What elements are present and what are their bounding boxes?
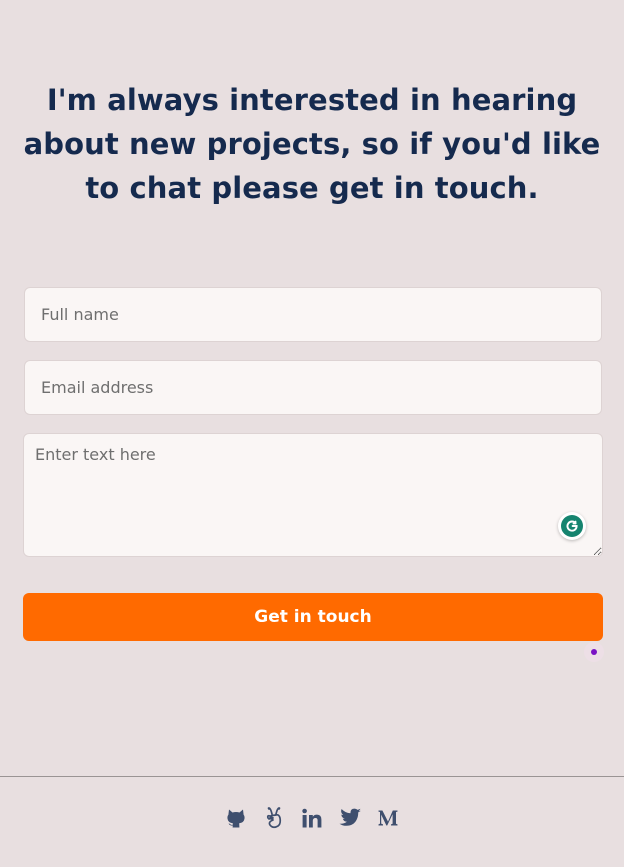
angellist-icon[interactable] — [262, 804, 286, 832]
footer-divider — [0, 776, 624, 777]
social-links — [224, 800, 400, 836]
message-textarea[interactable] — [23, 433, 603, 557]
contact-headline: I'm always interested in hearing about n… — [23, 83, 601, 205]
indicator-dot — [591, 649, 597, 655]
email-input[interactable] — [24, 360, 602, 415]
github-icon[interactable] — [224, 804, 248, 832]
medium-icon[interactable] — [376, 804, 400, 832]
full-name-input[interactable] — [24, 287, 602, 342]
linkedin-icon[interactable] — [300, 804, 324, 832]
floating-indicator-icon[interactable] — [584, 642, 604, 662]
grammarly-icon[interactable] — [558, 512, 586, 540]
get-in-touch-button[interactable]: Get in touch — [23, 593, 603, 641]
twitter-icon[interactable] — [338, 804, 362, 832]
grammarly-g-icon — [561, 515, 583, 537]
